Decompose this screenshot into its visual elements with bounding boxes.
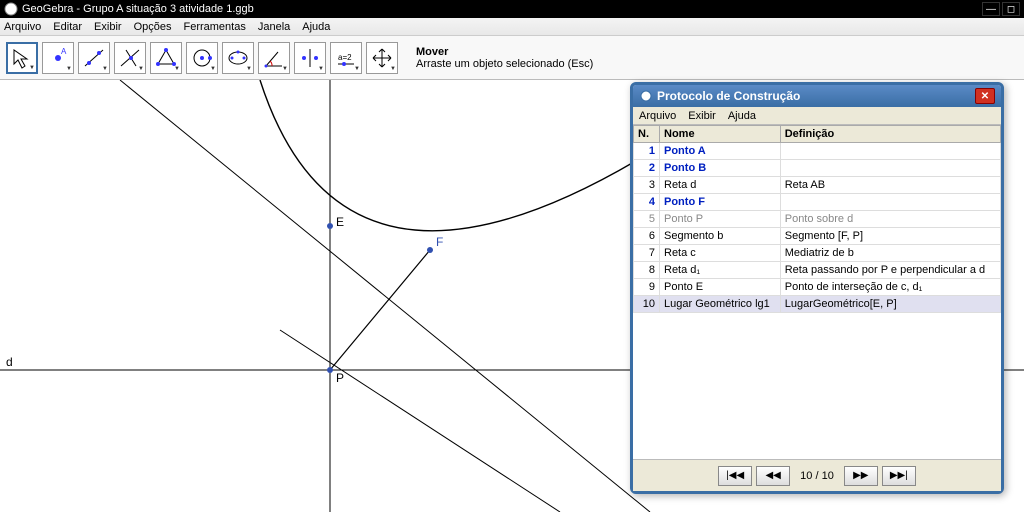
table-row[interactable]: 5Ponto PPonto sobre d [634, 211, 1001, 228]
window-title: GeoGebra - Grupo A situação 3 atividade … [22, 3, 254, 15]
label-f: F [436, 235, 443, 249]
label-e: E [336, 215, 344, 229]
menu-editar[interactable]: Editar [53, 21, 82, 33]
tool-move-view[interactable]: ▼ [366, 42, 398, 74]
protocol-footer: |◀◀ ◀◀ 10 / 10 ▶▶ ▶▶| [633, 459, 1001, 491]
nav-last-button[interactable]: ▶▶| [882, 466, 916, 486]
page-count: 10 / 10 [794, 470, 840, 482]
table-row[interactable]: 4Ponto F [634, 194, 1001, 211]
protocol-menubar: Arquivo Exibir Ajuda [633, 107, 1001, 125]
label-p: P [336, 371, 344, 385]
table-row[interactable]: 10Lugar Geométrico lg1LugarGeométrico[E,… [634, 296, 1001, 313]
menubar: Arquivo Editar Exibir Opções Ferramentas… [0, 18, 1024, 36]
tool-name: Mover [416, 46, 593, 58]
protocol-icon [639, 89, 653, 103]
tool-slider[interactable]: a=2▼ [330, 42, 362, 74]
menu-janela[interactable]: Janela [258, 21, 290, 33]
nav-next-button[interactable]: ▶▶ [844, 466, 878, 486]
table-row[interactable]: 6Segmento bSegmento [F, P] [634, 228, 1001, 245]
titlebar: GeoGebra - Grupo A situação 3 atividade … [0, 0, 1024, 18]
tool-point[interactable]: A▼ [42, 42, 74, 74]
svg-text:A: A [61, 47, 67, 56]
tool-perpendicular[interactable]: ▼ [114, 42, 146, 74]
toolbar: ▼ A▼ ▼ ▼ ▼ ▼ ▼ ▼ ▼ a=2▼ ▼ Mover Arraste … [0, 36, 1024, 80]
tool-hint: Arraste um objeto selecionado (Esc) [416, 58, 593, 70]
protocol-title: Protocolo de Construção [657, 89, 800, 103]
table-row[interactable]: 8Reta d₁Reta passando por P e perpendicu… [634, 262, 1001, 279]
menu-ferramentas[interactable]: Ferramentas [183, 21, 245, 33]
tool-reflect[interactable]: ▼ [294, 42, 326, 74]
protocol-menu-exibir[interactable]: Exibir [688, 110, 716, 122]
tool-move[interactable]: ▼ [6, 42, 38, 74]
tool-circle[interactable]: ▼ [186, 42, 218, 74]
tool-polygon[interactable]: ▼ [150, 42, 182, 74]
col-nome[interactable]: Nome [660, 126, 781, 143]
table-row[interactable]: 2Ponto B [634, 160, 1001, 177]
table-row[interactable]: 9Ponto EPonto de interseção de c, d₁ [634, 279, 1001, 296]
protocol-table[interactable]: N. Nome Definição 1Ponto A2Ponto B3Reta … [633, 125, 1001, 459]
nav-first-button[interactable]: |◀◀ [718, 466, 752, 486]
table-row[interactable]: 3Reta dReta AB [634, 177, 1001, 194]
label-d: d [6, 355, 13, 369]
protocol-close-button[interactable]: ✕ [975, 88, 995, 104]
table-row[interactable]: 7Reta cMediatriz de b [634, 245, 1001, 262]
col-def[interactable]: Definição [780, 126, 1000, 143]
tool-description: Mover Arraste um objeto selecionado (Esc… [416, 46, 593, 70]
protocol-menu-arquivo[interactable]: Arquivo [639, 110, 676, 122]
menu-ajuda[interactable]: Ajuda [302, 21, 330, 33]
col-n[interactable]: N. [634, 126, 660, 143]
protocol-window[interactable]: Protocolo de Construção ✕ Arquivo Exibir… [630, 82, 1004, 494]
app-icon [4, 2, 18, 16]
menu-arquivo[interactable]: Arquivo [4, 21, 41, 33]
menu-exibir[interactable]: Exibir [94, 21, 122, 33]
maximize-button[interactable]: ◻ [1002, 2, 1020, 16]
protocol-titlebar[interactable]: Protocolo de Construção ✕ [633, 85, 1001, 107]
tool-conic[interactable]: ▼ [222, 42, 254, 74]
protocol-menu-ajuda[interactable]: Ajuda [728, 110, 756, 122]
menu-opcoes[interactable]: Opções [134, 21, 172, 33]
nav-prev-button[interactable]: ◀◀ [756, 466, 790, 486]
svg-text:a=2: a=2 [338, 53, 352, 62]
minimize-button[interactable]: — [982, 2, 1000, 16]
table-row[interactable]: 1Ponto A [634, 143, 1001, 160]
tool-angle[interactable]: ▼ [258, 42, 290, 74]
tool-line[interactable]: ▼ [78, 42, 110, 74]
